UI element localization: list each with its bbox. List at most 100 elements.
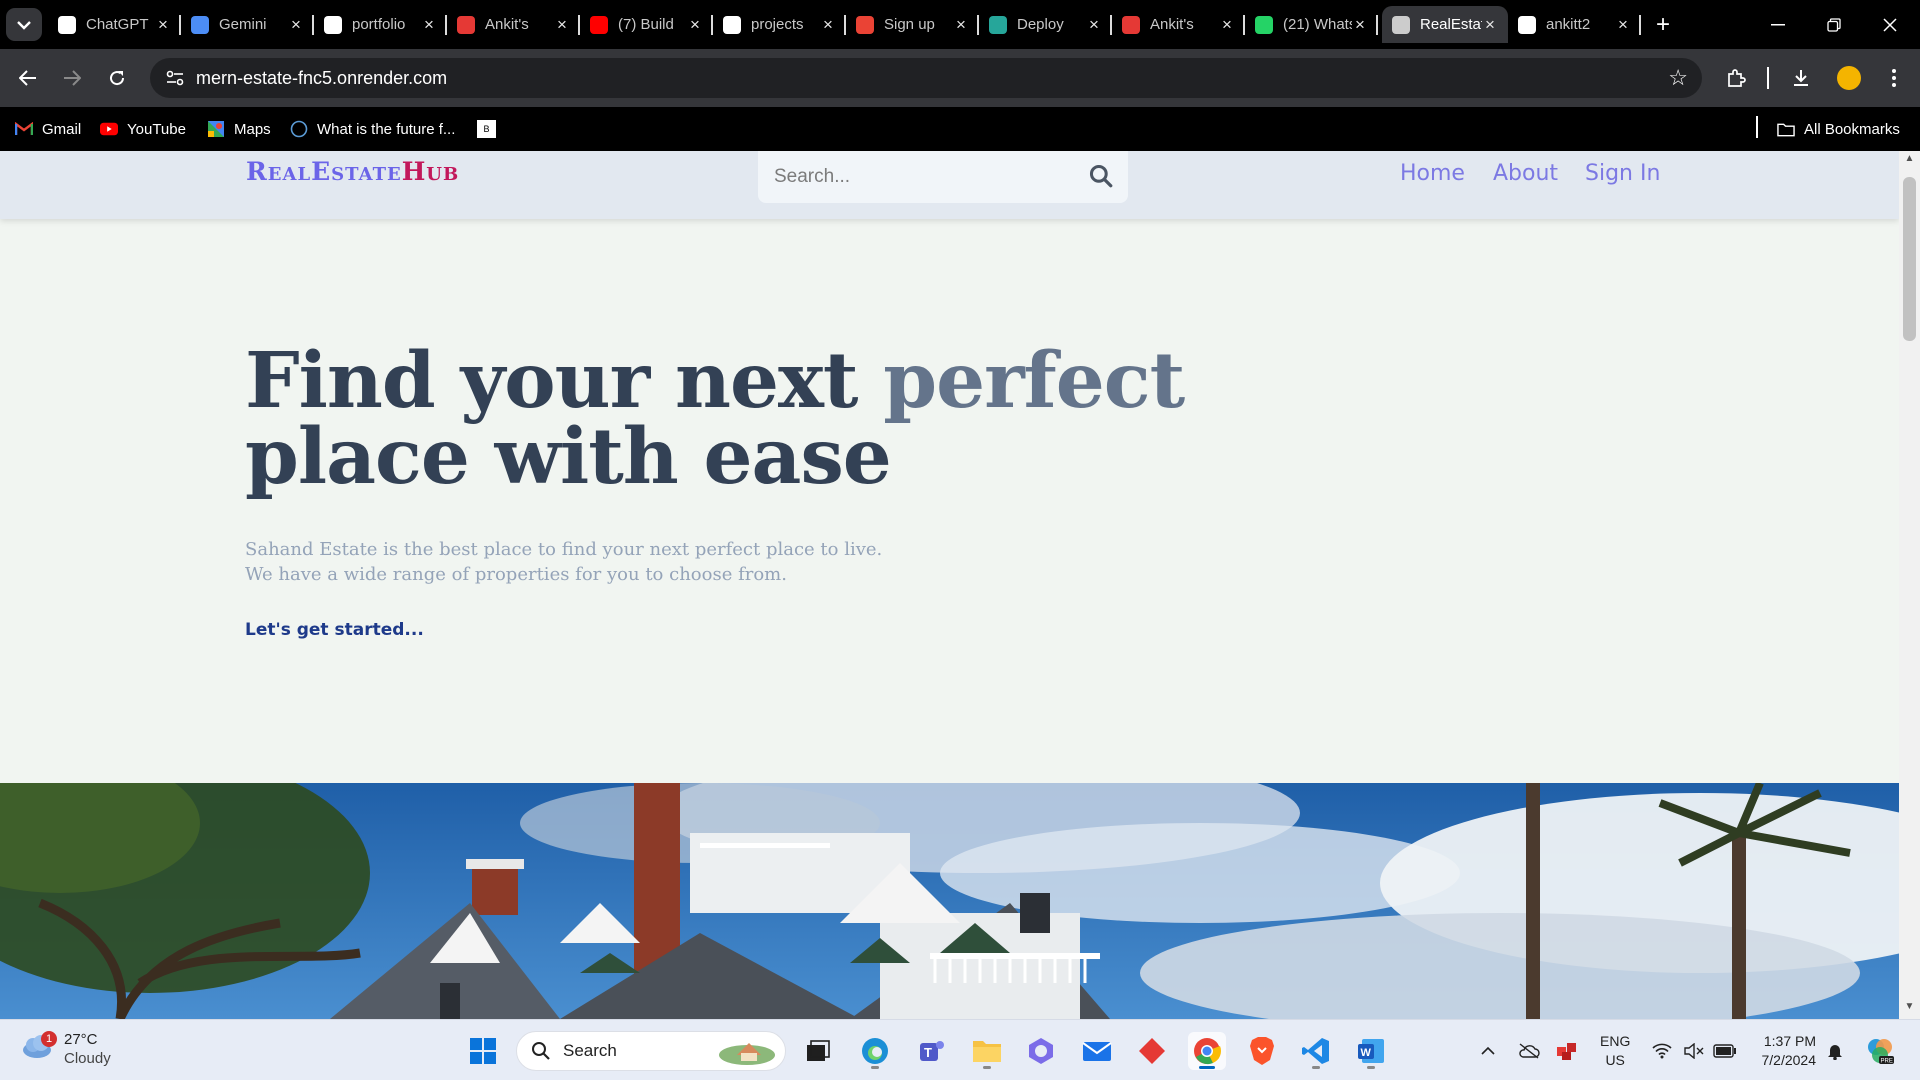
tab-close-icon[interactable]: × [155,15,171,35]
tray-overflow-chevron-icon[interactable] [1474,1020,1502,1080]
site-icon [1392,15,1410,34]
taskbar-mail[interactable] [1078,1032,1116,1070]
browser-tab[interactable]: Ankit's × [1112,6,1245,43]
notification-bell-icon[interactable] [1822,1020,1848,1080]
minimize-button[interactable] [1750,0,1806,49]
browser-tab[interactable]: Sign up × [846,6,979,43]
all-bookmarks-button[interactable]: All Bookmarks [1777,119,1900,139]
profile-avatar[interactable] [1837,66,1861,90]
chevron-down-icon [17,20,31,30]
start-button[interactable] [464,1032,502,1070]
hero-title-accent: perfect [883,336,1185,426]
address-bar[interactable]: mern-estate-fnc5.onrender.com ☆ [150,58,1702,98]
browser-tab[interactable]: Ankit's × [447,6,580,43]
bookmark-star-icon[interactable]: ☆ [1668,65,1688,91]
tab-close-icon[interactable]: × [1352,15,1368,35]
tab-search-button[interactable] [6,8,42,41]
forward-button[interactable] [57,63,87,93]
download-icon[interactable] [1786,63,1816,93]
wifi-icon[interactable] [1648,1020,1676,1080]
bookmarks-bar: Gmail YouTube Maps What is the future f.… [0,107,1920,151]
tab-close-icon[interactable]: × [1482,15,1498,35]
speaker-muted-icon[interactable] [1680,1020,1708,1080]
nav-home-link[interactable]: Home [1400,161,1465,186]
browser-tab[interactable]: portfolio × [314,6,447,43]
tab-close-icon[interactable]: × [1219,15,1235,35]
search-input[interactable] [774,161,1074,193]
taskbar-brave[interactable] [1243,1032,1281,1070]
taskbar-chrome[interactable] [1188,1032,1226,1070]
menu-kebab-icon[interactable] [1879,63,1909,93]
edge-icon [862,1038,888,1064]
search-icon[interactable] [1088,163,1114,189]
extensions-icon[interactable] [1721,63,1751,93]
hero-subtitle: Sahand Estate is the best place to find … [245,537,882,587]
search-form [758,151,1128,203]
site-info-icon[interactable] [160,63,190,93]
restore-button[interactable] [1806,0,1862,49]
windows-taskbar: 1 27°C Cloudy Search T W ENG US 1:37 PM … [0,1019,1920,1080]
page-scrollbar[interactable]: ▲ ▼ [1899,151,1920,1019]
browser-tab[interactable]: RealEstate× [1382,6,1508,43]
reload-icon [110,71,125,86]
new-tab-button[interactable]: + [1648,10,1678,40]
folder-icon [973,1041,1001,1062]
language-code: ENG [1600,1033,1631,1049]
scroll-down-arrow-icon[interactable]: ▼ [1899,1001,1920,1017]
taskbar-edge[interactable] [856,1032,894,1070]
bookmark-maps[interactable]: Maps [207,119,271,139]
taskbar-copilot[interactable] [1022,1032,1060,1070]
url-text[interactable]: mern-estate-fnc5.onrender.com [196,68,447,89]
language-indicator[interactable]: ENG US [1600,1032,1630,1070]
weather-widget[interactable]: 1 27°C Cloudy [20,1030,111,1069]
search-icon [532,1042,550,1060]
search-highlight-icon [719,1043,775,1065]
onedrive-offline-icon[interactable] [1515,1020,1543,1080]
reload-button[interactable] [102,63,132,93]
tab-title: projects [751,16,804,33]
scrollbar-thumb[interactable] [1903,177,1916,341]
browser-tab[interactable]: (21) WhatsApp× [1245,6,1378,43]
tab-close-icon[interactable]: × [953,15,969,35]
copilot-preview-icon[interactable]: PRE [1862,1020,1898,1080]
browser-tab[interactable]: Deploy × [979,6,1112,43]
taskbar-app-red[interactable] [1133,1032,1171,1070]
browser-tab[interactable]: Gemini × [181,6,314,43]
get-started-link[interactable]: Let's get started... [245,620,424,640]
bookmark-youtube[interactable]: YouTube [100,119,186,139]
tab-close-icon[interactable]: × [1615,15,1631,35]
tab-close-icon[interactable]: × [1086,15,1102,35]
tab-close-icon[interactable]: × [820,15,836,35]
browser-tab[interactable]: ankitt2 × [1508,6,1641,43]
task-view-icon [807,1040,830,1061]
tab-close-icon[interactable]: × [554,15,570,35]
browser-tab[interactable]: ChatGPT × [48,6,181,43]
minimize-icon [1771,23,1785,25]
battery-charging-icon[interactable] [1710,1020,1740,1080]
scroll-up-arrow-icon[interactable]: ▲ [1899,153,1920,169]
house-photo [0,783,1899,1019]
mail-icon [1082,1042,1112,1061]
nav-signin-link[interactable]: Sign In [1585,161,1660,186]
taskbar-word[interactable]: W [1352,1032,1390,1070]
close-window-button[interactable] [1862,0,1918,49]
browser-tab[interactable]: (7) Build × [580,6,713,43]
tab-close-icon[interactable]: × [687,15,703,35]
taskbar-search[interactable]: Search [516,1031,786,1071]
hero-title-line2: place with ease [245,412,892,502]
taskbar-clock[interactable]: 1:37 PM 7/2/2024 [1754,1032,1817,1070]
bookmark-future[interactable]: What is the future f... [290,119,455,139]
taskbar-file-explorer[interactable] [968,1032,1006,1070]
bookmark-b[interactable]: B [477,119,505,139]
nav-about-link[interactable]: About [1493,161,1558,186]
tray-app-icon[interactable] [1553,1020,1581,1080]
bookmark-gmail[interactable]: Gmail [15,119,81,139]
back-button[interactable] [13,63,43,93]
task-view-button[interactable] [799,1032,837,1070]
site-logo[interactable]: RealEstateHub [246,157,459,186]
taskbar-vscode[interactable] [1297,1032,1335,1070]
tab-close-icon[interactable]: × [421,15,437,35]
browser-tab[interactable]: projects × [713,6,846,43]
taskbar-teams[interactable]: T [912,1032,950,1070]
tab-close-icon[interactable]: × [288,15,304,35]
